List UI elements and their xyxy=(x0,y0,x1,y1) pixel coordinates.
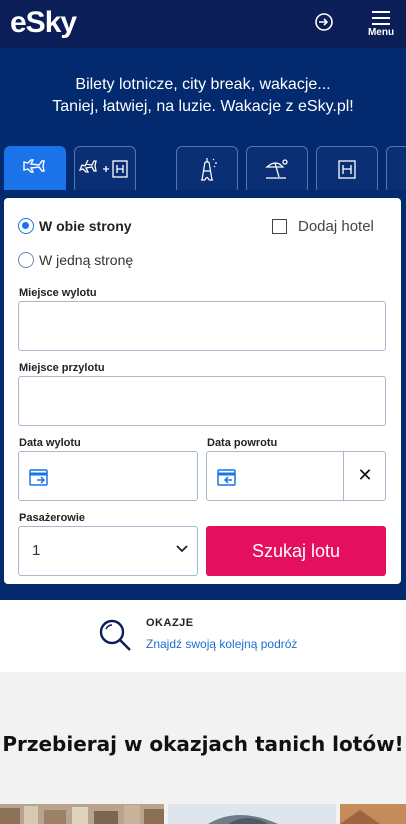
esky-logo[interactable]: eSky xyxy=(10,6,77,40)
hotel-icon xyxy=(338,159,356,179)
tab-hotels[interactable] xyxy=(316,146,378,190)
depart-date-input[interactable] xyxy=(18,451,198,501)
origin-label: Miejsce wylotu xyxy=(19,287,97,299)
top-header: eSky Menu xyxy=(0,0,406,48)
search-flights-button[interactable]: Szukaj lotu xyxy=(206,526,386,576)
hero-tagline: Bilety lotnicze, city break, wakacje... … xyxy=(0,74,406,118)
clear-return-date-button[interactable]: ✕ xyxy=(343,452,386,500)
tab-city-break[interactable] xyxy=(176,146,238,190)
close-icon: ✕ xyxy=(357,465,373,486)
tab-holidays[interactable] xyxy=(246,146,308,190)
tab-flights[interactable] xyxy=(4,146,66,190)
radio-round-trip[interactable]: W obie strony xyxy=(18,218,132,234)
magnifier-icon xyxy=(99,619,131,651)
radio-indicator xyxy=(18,252,34,268)
destination-photo-coast[interactable] xyxy=(340,804,406,824)
deals-banner[interactable]: OKAZJE Znajdź swoją kolejną podróż xyxy=(0,600,406,672)
destination-label: Miejsce przylotu xyxy=(19,362,105,374)
origin-input[interactable] xyxy=(18,301,386,351)
return-date-label: Data powrotu xyxy=(207,437,278,449)
radio-one-way-label: W jedną stronę xyxy=(39,252,134,268)
add-hotel-checkbox[interactable]: Dodaj hotel xyxy=(272,218,374,235)
passengers-label: Pasażerowie xyxy=(19,512,86,524)
product-tabs xyxy=(0,146,406,190)
chevron-down-icon xyxy=(176,545,188,553)
radio-selected-indicator xyxy=(18,218,34,234)
beach-icon xyxy=(265,158,288,179)
search-button-label: Szukaj lotu xyxy=(251,541,341,561)
destination-input[interactable] xyxy=(18,376,386,426)
checkbox-box xyxy=(272,219,287,234)
login-arrow-icon[interactable] xyxy=(312,10,336,34)
hamburger-icon xyxy=(372,11,390,25)
destination-photo-city[interactable] xyxy=(0,804,164,824)
deals-title: OKAZJE xyxy=(146,617,194,629)
radio-one-way[interactable]: W jedną stronę xyxy=(18,252,133,268)
calendar-return-icon xyxy=(217,469,236,486)
add-hotel-label: Dodaj hotel xyxy=(298,218,374,235)
menu-button[interactable]: Menu xyxy=(364,9,398,41)
tab-more[interactable] xyxy=(386,146,406,190)
eiffel-tower-icon xyxy=(201,157,217,181)
radio-round-trip-label: W obie strony xyxy=(39,218,132,234)
deals-link[interactable]: Znajdź swoją kolejną podróż xyxy=(146,637,297,651)
passengers-select[interactable]: 1 xyxy=(18,526,198,576)
tagline-line-2: Taniej, łatwiej, na luzie. Wakacje z eSk… xyxy=(52,98,354,115)
destination-photo-landmark[interactable] xyxy=(168,804,336,824)
tagline-line-1: Bilety lotnicze, city break, wakacje... xyxy=(75,76,331,93)
flight-search-form: W obie strony W jedną stronę Dodaj hotel… xyxy=(4,198,401,584)
plane-plus-hotel-icon xyxy=(79,159,128,178)
cheap-flights-heading: Przebieraj w okazjach tanich lotów! xyxy=(2,732,404,756)
calendar-depart-icon xyxy=(29,469,48,486)
passengers-value: 1 xyxy=(32,542,41,559)
plane-icon xyxy=(23,158,45,173)
menu-label: Menu xyxy=(367,27,395,38)
tab-flight-hotel[interactable] xyxy=(74,146,136,190)
depart-date-label: Data wylotu xyxy=(19,437,81,449)
